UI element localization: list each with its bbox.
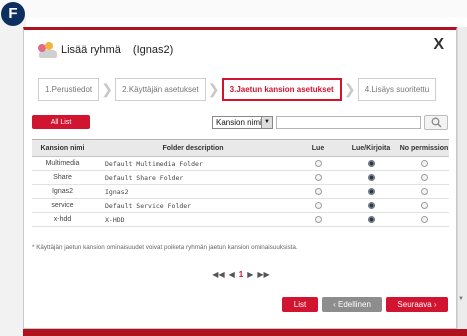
dropdown-arrow-icon: ▼	[261, 117, 272, 128]
scrollbar[interactable]	[457, 27, 467, 329]
search-input[interactable]	[276, 116, 421, 129]
folder-name: Multimedia	[32, 156, 93, 171]
next-button[interactable]: Seuraava ›	[386, 297, 448, 312]
table-row: Ignas2 Ignas2	[32, 184, 449, 199]
chevron-right-icon: ❯	[101, 81, 113, 97]
dialog-title: Lisää ryhmä	[61, 44, 121, 56]
bottom-bar	[23, 329, 467, 336]
folder-description: Default Multimedia Folder	[93, 156, 293, 171]
no-permission-radio[interactable]	[420, 173, 428, 181]
first-page-icon[interactable]: ◀◀	[212, 270, 224, 279]
step-shared-folder-settings: 3.Jaetun kansion asetukset	[221, 78, 342, 101]
no-permission-radio[interactable]	[420, 187, 428, 195]
add-group-dialog: Lisää ryhmä (Ignas2) X 1.Perustiedot ❯ 2…	[23, 27, 457, 329]
prev-page-icon[interactable]: ◀	[229, 270, 235, 279]
folder-name: Ignas2	[32, 184, 93, 199]
previous-button[interactable]: ‹ Edellinen	[322, 297, 382, 312]
read-radio[interactable]	[314, 215, 322, 223]
no-permission-radio[interactable]	[420, 159, 428, 167]
close-icon[interactable]: X	[433, 36, 444, 54]
folder-name: Share	[32, 170, 93, 185]
col-no-permission: No permission	[399, 139, 449, 157]
background-top	[0, 0, 467, 17]
read-write-radio[interactable]	[367, 173, 375, 181]
search-icon	[431, 117, 442, 128]
col-folder-name: Kansion nimi	[32, 139, 93, 157]
folder-description: Default Service Folder	[93, 198, 293, 213]
step-user-settings: 2.Käyttäjän asetukset	[115, 78, 206, 101]
folder-name: service	[32, 198, 93, 213]
read-write-radio[interactable]	[367, 201, 375, 209]
read-write-radio[interactable]	[367, 187, 375, 195]
all-list-button[interactable]: All List	[32, 115, 90, 129]
chevron-right-icon: ❯	[207, 81, 220, 97]
read-radio[interactable]	[314, 173, 322, 181]
pagination: ◀◀ ◀ 1 ▶ ▶▶	[24, 270, 458, 279]
folder-description: X-HDD	[93, 212, 293, 227]
next-page-icon[interactable]: ▶	[247, 270, 253, 279]
filter-select-value: Kansion nimi	[216, 118, 262, 127]
table-header-row: Kansion nimi Folder description Lue Lue/…	[32, 139, 449, 157]
list-button[interactable]: List	[282, 297, 318, 312]
filter-select[interactable]: Kansion nimi ▼	[212, 116, 273, 129]
table-row: service Default Service Folder	[32, 198, 449, 213]
read-radio[interactable]	[314, 187, 322, 195]
table-row: Multimedia Default Multimedia Folder	[32, 156, 449, 171]
toolbar: All List Kansion nimi ▼	[32, 115, 449, 131]
folder-description: Ignas2	[93, 184, 293, 199]
read-write-radio[interactable]	[367, 159, 375, 167]
read-radio[interactable]	[314, 201, 322, 209]
shared-folder-table: Kansion nimi Folder description Lue Lue/…	[32, 139, 449, 227]
current-page[interactable]: 1	[239, 270, 243, 279]
read-write-radio[interactable]	[367, 215, 375, 223]
no-permission-radio[interactable]	[420, 201, 428, 209]
no-permission-radio[interactable]	[420, 215, 428, 223]
dialog-header: Lisää ryhmä (Ignas2)	[38, 40, 173, 60]
chevron-right-icon: ❯	[343, 81, 356, 97]
last-page-icon[interactable]: ▶▶	[257, 270, 269, 279]
step-completed: 4.Lisäys suoritettu	[357, 78, 437, 101]
col-read-write: Lue/Kirjoita	[343, 139, 399, 157]
read-radio[interactable]	[314, 159, 322, 167]
folder-name: x-hdd	[32, 212, 93, 227]
step-badge: F	[1, 2, 25, 26]
dialog-buttons: List ‹ Edellinen Seuraava ›	[282, 297, 448, 312]
scroll-down-icon[interactable]: ▼	[458, 296, 464, 302]
permission-note: * Käyttäjän jaetun kansion ominaisuudet …	[32, 244, 298, 251]
col-folder-description: Folder description	[93, 139, 293, 157]
folder-description: Default Share Folder	[93, 170, 293, 185]
table-row: Share Default Share Folder	[32, 170, 449, 185]
table-row: x-hdd X-HDD	[32, 212, 449, 227]
search-button[interactable]	[424, 115, 448, 130]
group-icon	[38, 42, 58, 58]
group-name: (Ignas2)	[132, 44, 174, 56]
col-read: Lue	[293, 139, 343, 157]
wizard-steps: 1.Perustiedot ❯ 2.Käyttäjän asetukset ❯ …	[38, 78, 437, 101]
step-basic-info: 1.Perustiedot	[38, 78, 100, 101]
